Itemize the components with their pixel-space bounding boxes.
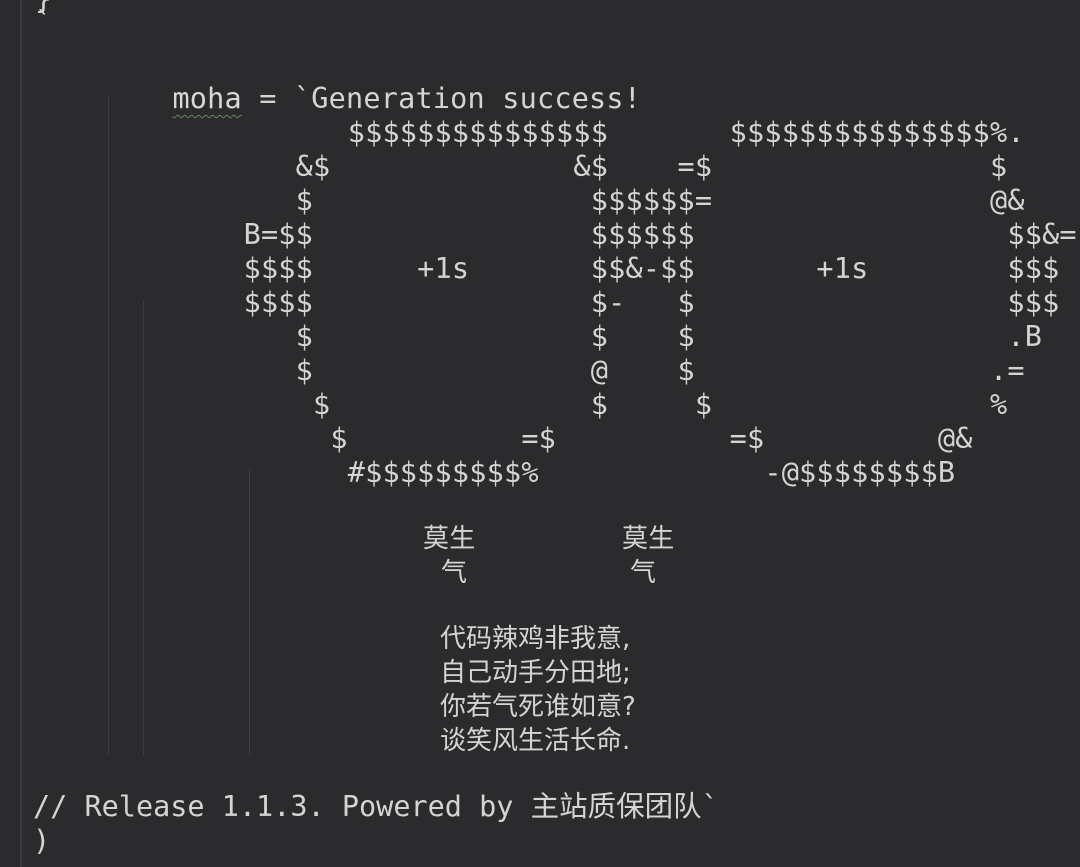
poem-line: 你若气死谁如意?	[440, 692, 636, 722]
signature-right-top: 莫生	[622, 524, 675, 554]
code-line-backtick: `	[35, 6, 53, 39]
ascii-art-line: $$$$ +1s $$&-$$ +1s $$$	[70, 252, 1060, 285]
closing-paren: )	[33, 824, 51, 857]
ascii-art-line: &$ &$ =$ $	[70, 150, 1008, 183]
ascii-art-line: $ @ $ .=	[70, 354, 1025, 387]
ascii-art-line: B=$$ $$$$$$ $$&=	[70, 218, 1077, 251]
gutter-separator	[20, 0, 22, 867]
ascii-art-line: $$$$$$$$$$$$$$$ $$$$$$$$$$$$$$$%.	[70, 116, 1025, 149]
signature-left-bottom: 气	[441, 558, 468, 588]
ascii-art-line: $ =$ =$ @&	[70, 422, 973, 455]
release-comment: // Release 1.1.3. Powered by 主站质保团队`	[33, 790, 719, 823]
signature-left-top: 莫生	[423, 524, 476, 554]
ascii-art-line: #$$$$$$$$$% -@$$$$$$$$B	[70, 456, 956, 489]
variable-moha[interactable]: moha	[172, 82, 241, 115]
code-editor[interactable]: } ` moha = `Generation success! $$$$$$$$…	[0, 0, 1080, 867]
assignment-operator: =	[241, 82, 294, 115]
indent-guide	[249, 470, 250, 755]
poem-line: 自己动手分田地;	[440, 658, 631, 688]
template-string-open: `Generation success!	[293, 82, 642, 115]
ascii-art-line: $$$$ $- $ $$$	[70, 286, 1060, 319]
signature-right-bottom: 气	[630, 558, 657, 588]
ascii-art-line: $ $$$$$$= @&	[70, 184, 1025, 217]
poem-line: 代码辣鸡非我意,	[440, 624, 631, 654]
poem-line: 谈笑风生活长命.	[440, 726, 631, 756]
code-line-assignment: moha = `Generation success!	[103, 48, 641, 115]
ascii-art-line: $ $ $ .B	[70, 320, 1043, 353]
ascii-art-line: $ $ $ %	[70, 388, 1008, 421]
